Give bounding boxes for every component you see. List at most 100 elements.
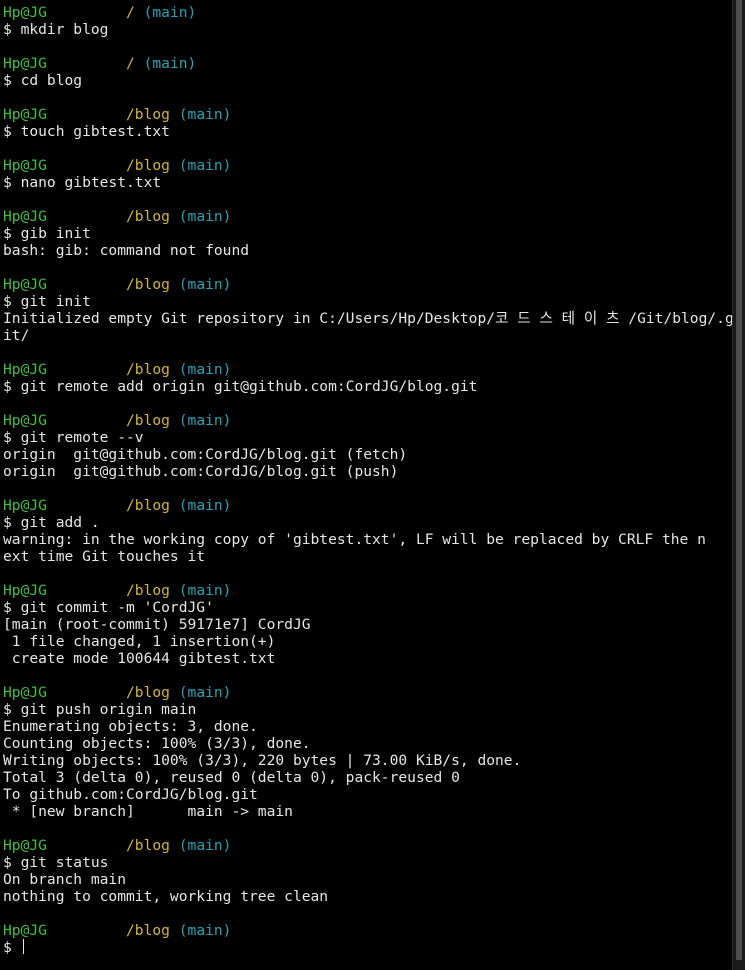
prompt-branch: (main) [178,208,232,225]
input-line[interactable]: $ [3,939,733,956]
command-line: $ git commit -m 'CordJG' [3,599,214,616]
output-line: Initialized empty Git repository in C:/U… [3,310,733,327]
prompt-path: /blog [126,837,170,854]
command-block: Hp@JG /blog (main) $ git remote --v origin… [3,412,733,497]
command-line: $ nano gibtest.txt [3,174,162,191]
command-line: $ git push origin main [3,701,197,718]
prompt-branch: (main) [143,4,197,21]
prompt-user: Hp@JG [3,276,47,293]
output-line: origin git@github.com:CordJG/blog.git (p… [3,463,399,480]
output-line: * [new branch] main -> main [3,803,293,820]
prompt-branch: (main) [178,276,232,293]
vertical-scrollbar[interactable] [732,0,745,970]
prompt-user: Hp@JG [3,361,47,378]
output-line: nothing to commit, working tree clean [3,888,329,905]
command-block: Hp@JG /blog (main) $ touch gibtest.txt [3,106,733,157]
output-line: ext time Git touches it [3,548,206,565]
command-block: Hp@JG /blog (main) $ git push origin main… [3,684,733,837]
command-block: Hp@JG /blog (main) $ git add . warning: in… [3,497,733,582]
prompt-line: Hp@JG /blog (main) [3,837,733,854]
prompt-branch: (main) [178,361,232,378]
prompt-user: Hp@JG [3,412,47,429]
terminal-window[interactable]: Hp@JG / (main) $ mkdir blog Hp@JG / (main)… [0,0,733,970]
prompt-path: /blog [126,497,170,514]
prompt-path: /blog [126,361,170,378]
prompt-path: /blog [126,582,170,599]
text-cursor [22,939,25,954]
prompt-path: /blog [126,922,170,939]
prompt-branch: (main) [178,106,232,123]
input-prompt-symbol: $ [3,939,21,956]
command-line: $ git add . [3,514,100,531]
prompt-path: /blog [126,412,170,429]
command-block: Hp@JG /blog (main) $ git init Initialized … [3,276,733,361]
prompt-line: Hp@JG /blog (main) [3,412,733,429]
output-line: create mode 100644 gibtest.txt [3,650,276,667]
output-line: warning: in the working copy of 'gibtest… [3,531,706,548]
prompt-line: Hp@JG /blog (main) [3,684,733,701]
prompt-path: /blog [126,157,170,174]
output-line: Counting objects: 100% (3/3), done. [3,735,311,752]
prompt-line: Hp@JG /blog (main) [3,361,733,378]
output-line: Total 3 (delta 0), reused 0 (delta 0), p… [3,769,460,786]
prompt-user: Hp@JG [3,106,47,123]
prompt-path: /blog [126,276,170,293]
prompt-user: Hp@JG [3,684,47,701]
command-block: Hp@JG /blog (main) $ nano gibtest.txt [3,157,733,208]
command-line: $ gib init [3,225,91,242]
prompt-path: / [126,4,135,21]
command-line: $ git remote add origin git@github.com:C… [3,378,478,395]
command-line: $ git init [3,293,91,310]
prompt-line: Hp@JG /blog (main) [3,208,733,225]
prompt-branch: (main) [178,582,232,599]
command-block: Hp@JG /blog (main) $ git commit -m 'CordJ… [3,582,733,684]
prompt-user: Hp@JG [3,55,47,72]
command-line: $ touch gibtest.txt [3,123,170,140]
output-line: Writing objects: 100% (3/3), 220 bytes |… [3,752,522,769]
prompt-user: Hp@JG [3,922,47,939]
command-line: $ git remote --v [3,429,144,446]
scrollbar-thumb[interactable] [736,0,742,960]
command-line: $ mkdir blog [3,21,109,38]
active-prompt[interactable]: Hp@JG /blog (main) $ [3,922,733,956]
output-line: bash: gib: command not found [3,242,250,259]
prompt-line: Hp@JG /blog (main) [3,106,733,123]
output-line: To github.com:CordJG/blog.git [3,786,258,803]
prompt-line: Hp@JG /blog (main) [3,276,733,293]
prompt-line: Hp@JG /blog (main) [3,922,733,939]
output-line: On branch main [3,871,127,888]
prompt-path: /blog [126,684,170,701]
output-line: 1 file changed, 1 insertion(+) [3,633,276,650]
prompt-branch: (main) [178,922,232,939]
command-block: Hp@JG /blog (main) $ git remote add origi… [3,361,733,412]
prompt-line: Hp@JG /blog (main) [3,157,733,174]
prompt-branch: (main) [143,55,197,72]
prompt-path: /blog [126,106,170,123]
prompt-user: Hp@JG [3,157,47,174]
prompt-user: Hp@JG [3,582,47,599]
prompt-branch: (main) [178,497,232,514]
prompt-line: Hp@JG / (main) [3,55,733,72]
prompt-line: Hp@JG /blog (main) [3,497,733,514]
prompt-branch: (main) [178,412,232,429]
output-line: Enumerating objects: 3, done. [3,718,258,735]
output-line: [main (root-commit) 59171e7] CordJG [3,616,311,633]
command-line: $ cd blog [3,72,83,89]
output-line: origin git@github.com:CordJG/blog.git (f… [3,446,408,463]
command-block: Hp@JG /blog (main) $ gib init bash: gib: c… [3,208,733,276]
prompt-path: /blog [126,208,170,225]
prompt-user: Hp@JG [3,4,47,21]
command-block: Hp@JG / (main) $ cd blog [3,55,733,106]
prompt-branch: (main) [178,157,232,174]
